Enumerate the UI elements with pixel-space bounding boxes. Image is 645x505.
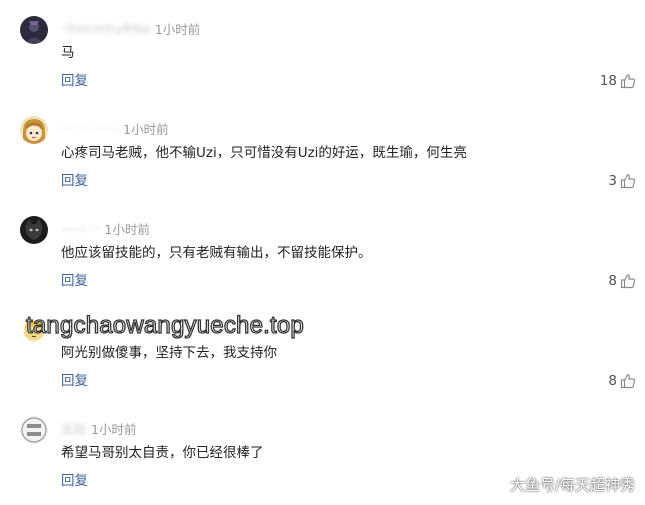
comment-text: 阿光别做傻事，坚持下去，我支持你 <box>61 345 277 361</box>
username[interactable]: ··· ·· ······ <box>61 121 119 136</box>
username[interactable]: ·lhimmhyRNe <box>61 21 151 36</box>
like-button[interactable]: 3 <box>608 171 636 191</box>
reply-button[interactable]: 回复 <box>61 372 88 390</box>
thumbs-up-icon <box>620 73 636 89</box>
site-watermark: tangchaowangyueche.top <box>25 311 304 339</box>
reply-button[interactable]: 回复 <box>61 472 88 490</box>
comment-item: —— ·· 1小时前 他应该留技能的，只有老贼有输出，不留技能保护。 回复 8 <box>0 200 645 300</box>
thumbs-up-icon <box>620 173 636 189</box>
comment-text: 希望马哥别太自责，你已经很棒了 <box>61 445 264 461</box>
like-button[interactable]: 8 <box>608 371 636 391</box>
comment-meta: 无际 1小时前 <box>61 419 136 437</box>
like-count: 3 <box>608 173 617 189</box>
black-cat-avatar-icon[interactable] <box>20 216 48 244</box>
comment-time: 1小时前 <box>154 21 201 37</box>
thumbs-up-icon <box>620 373 636 389</box>
like-button[interactable]: 8 <box>608 271 636 291</box>
thumbs-up-icon <box>620 273 636 289</box>
comment-text: 他应该留技能的，只有老贼有输出，不留技能保护。 <box>61 245 372 261</box>
cartoon-girl-avatar-icon[interactable] <box>20 116 48 144</box>
reply-button[interactable]: 回复 <box>61 272 88 290</box>
comment-time: 1小时前 <box>123 121 169 137</box>
reply-button[interactable]: 回复 <box>61 172 88 190</box>
username[interactable]: —— ·· <box>61 221 100 236</box>
like-count: 18 <box>599 73 617 89</box>
comment-time: 1小时前 <box>91 421 137 437</box>
reply-button[interactable]: 回复 <box>61 72 88 90</box>
dark-avatar-icon[interactable] <box>20 16 48 44</box>
username[interactable]: 无际 <box>61 419 87 438</box>
comment-meta: ··· ·· ······ 1小时前 <box>61 119 169 137</box>
comment-meta: —— ·· 1小时前 <box>61 219 150 237</box>
source-watermark: 大鱼号/每天超神秀 <box>509 476 635 494</box>
comment-text: 心疼司马老贼，他不输Uzi，只可惜没有Uzi的好运，既生瑜，何生亮 <box>61 145 467 161</box>
comment-meta: ·lhimmhyRNe 1小时前 <box>61 19 200 37</box>
rap-logo-avatar-icon[interactable] <box>20 416 48 444</box>
like-count: 8 <box>608 273 617 289</box>
comment-text: 马 <box>61 45 75 61</box>
like-count: 8 <box>608 373 617 389</box>
comment-time: 1小时前 <box>104 221 150 237</box>
comment-item: ··· ·· ······ 1小时前 心疼司马老贼，他不输Uzi，只可惜没有Uz… <box>0 100 645 200</box>
comment-list: ·lhimmhyRNe 1小时前 马 回复 18 ··· ·· ······ 1… <box>0 0 645 500</box>
comment-item: ·lhimmhyRNe 1小时前 马 回复 18 <box>0 0 645 100</box>
like-button[interactable]: 18 <box>600 71 636 91</box>
